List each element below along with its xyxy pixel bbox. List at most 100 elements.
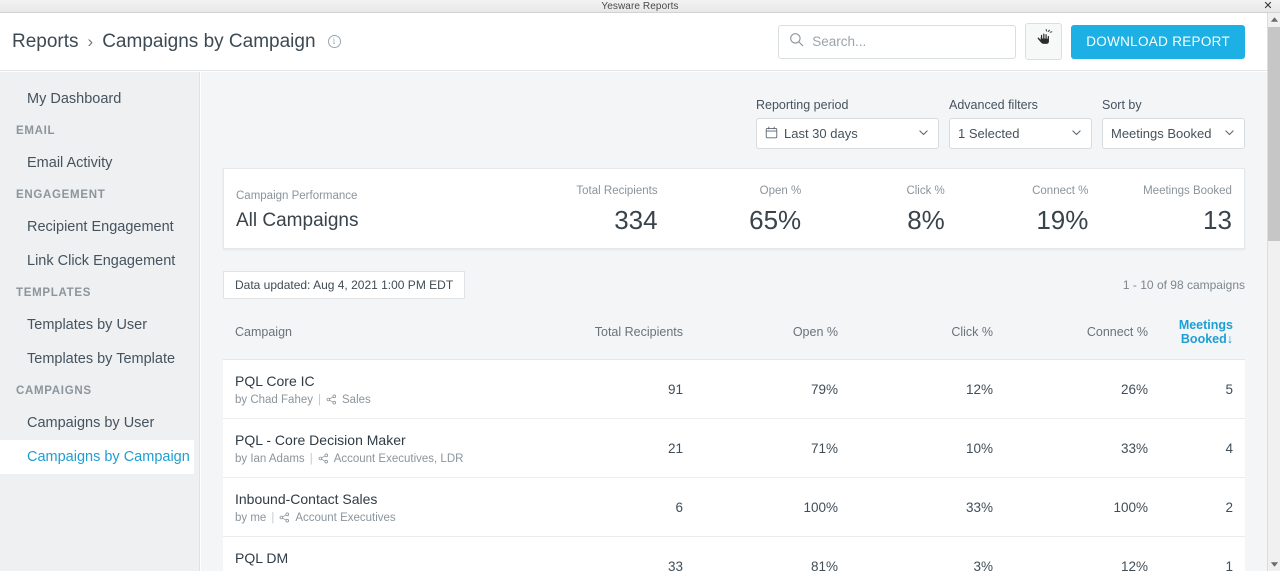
breadcrumb-root[interactable]: Reports [12,31,79,53]
hand-cursor-icon [1034,28,1054,53]
cell-total-recipients: 6 [513,478,683,537]
download-report-button[interactable]: DOWNLOAD REPORT [1071,25,1245,59]
summary-metric-value: 19% [1036,205,1088,236]
window-title: Yesware Reports [601,1,678,12]
sidebar-item-templates-by-template[interactable]: Templates by Template [0,342,199,376]
summary-metric-click-pct: Click % 8% [801,169,945,248]
sidebar-item-campaigns-by-user[interactable]: Campaigns by User [0,406,199,440]
cell-open-pct: 100% [683,478,838,537]
column-header-connect-pct[interactable]: Connect % [993,309,1148,360]
scroll-up-icon[interactable] [1268,13,1280,26]
summary-title-header: Campaign Performance [236,190,357,202]
cell-connect-pct: 12% [993,537,1148,571]
cell-total-recipients: 33 [513,537,683,571]
campaign-name[interactable]: PQL DM [235,550,513,566]
summary-metric-connect-pct: Connect % 19% [945,169,1089,248]
table-row[interactable]: PQL - Core Decision Maker by Ian Adams | [223,419,1245,478]
sidebar-item-recipient-engagement[interactable]: Recipient Engagement [0,210,199,244]
window-titlebar: Yesware Reports ✕ [0,0,1280,13]
campaign-author: by me [235,512,266,524]
column-header-campaign[interactable]: Campaign [223,309,513,360]
chevron-down-icon [1223,126,1236,142]
sidebar-item-campaigns-by-campaign[interactable]: Campaigns by Campaign [0,440,194,474]
reporting-period-select[interactable]: Last 30 days [756,118,939,149]
sidebar-group-campaigns: CAMPAIGNS [0,376,199,406]
table-row[interactable]: Inbound-Contact Sales by me | [223,478,1245,537]
column-header-meetings-booked[interactable]: Meetings Booked↓ [1148,309,1245,360]
cell-open-pct: 81% [683,537,838,571]
advanced-filters-select[interactable]: 1 Selected [949,118,1092,149]
table-row[interactable]: PQL Core IC by Chad Fahey | [223,360,1245,419]
calendar-icon [765,126,778,142]
main-content: Reporting period Last 30 days [201,72,1267,571]
summary-metric-value: 13 [1203,205,1232,236]
campaign-name[interactable]: Inbound-Contact Sales [235,491,513,507]
meta-divider: | [271,512,274,524]
cell-meetings-booked: 1 [1148,537,1245,571]
sort-by-value: Meetings Booked [1111,126,1217,141]
cell-click-pct: 3% [838,537,993,571]
breadcrumb-separator-icon: › [88,32,94,52]
share-icon [318,453,329,464]
sidebar-group-engagement: ENGAGEMENT [0,180,199,210]
scroll-down-icon[interactable] [1268,558,1280,571]
close-icon[interactable]: ✕ [1260,0,1276,13]
campaign-meta: by me | [235,512,513,524]
sidebar-group-templates: TEMPLATES [0,278,199,308]
table-row[interactable]: PQL DM by Chad Fahey | [223,537,1245,571]
cell-connect-pct: 26% [993,360,1148,419]
cell-click-pct: 12% [838,360,993,419]
summary-metric-label: Open % [760,185,802,197]
column-header-total-recipients[interactable]: Total Recipients [513,309,683,360]
summary-metric-total-recipients: Total Recipients 334 [514,169,658,248]
cell-campaign: Inbound-Contact Sales by me | [223,478,513,537]
scrollbar-thumb[interactable] [1268,27,1280,241]
search-icon [789,32,804,52]
cell-total-recipients: 21 [513,419,683,478]
advanced-filters-value: 1 Selected [958,126,1064,141]
summary-metric-value: 65% [749,205,801,236]
page-header: Reports › Campaigns by Campaign i [0,13,1267,71]
cell-meetings-booked: 4 [1148,419,1245,478]
campaign-author: by Ian Adams [235,453,305,465]
sidebar-item-link-click-engagement[interactable]: Link Click Engagement [0,244,199,278]
sidebar-item-templates-by-user[interactable]: Templates by User [0,308,199,342]
cell-campaign: PQL - Core Decision Maker by Ian Adams | [223,419,513,478]
reporting-period-label: Reporting period [756,98,939,112]
cell-click-pct: 33% [838,478,993,537]
search-box[interactable] [778,25,1016,59]
cursor-tool-button[interactable] [1025,23,1062,60]
sidebar-item-my-dashboard[interactable]: My Dashboard [0,82,199,116]
column-header-open-pct[interactable]: Open % [683,309,838,360]
summary-metric-value: 334 [614,205,657,236]
cell-meetings-booked: 5 [1148,360,1245,419]
summary-metric-label: Connect % [1032,185,1088,197]
advanced-filters-filter: Advanced filters 1 Selected [949,98,1092,149]
summary-metric-value: 8% [907,205,945,236]
summary-metric-label: Meetings Booked [1143,185,1232,197]
search-input[interactable] [812,34,1005,49]
cell-click-pct: 10% [838,419,993,478]
sidebar-navigation: My Dashboard EMAIL Email Activity ENGAGE… [0,72,200,571]
table-toolbar: Data updated: Aug 4, 2021 1:00 PM EDT 1 … [223,271,1245,299]
sort-by-label: Sort by [1102,98,1245,112]
campaign-name[interactable]: PQL Core IC [235,373,513,389]
campaign-name[interactable]: PQL - Core Decision Maker [235,432,513,448]
sidebar-item-email-activity[interactable]: Email Activity [0,146,199,180]
summary-metric-meetings-booked: Meetings Booked 13 [1088,169,1244,248]
reporting-period-filter: Reporting period Last 30 days [756,98,939,149]
cell-connect-pct: 33% [993,419,1148,478]
summary-metric-open-pct: Open % 65% [658,169,802,248]
sort-by-select[interactable]: Meetings Booked [1102,118,1245,149]
column-header-click-pct[interactable]: Click % [838,309,993,360]
sidebar-group-email: EMAIL [0,116,199,146]
info-icon[interactable]: i [328,35,341,48]
campaign-meta: by Ian Adams | [235,453,513,465]
chevron-down-icon [1070,126,1083,142]
pagination-info: 1 - 10 of 98 campaigns [1123,278,1245,292]
filters-bar: Reporting period Last 30 days [201,72,1267,149]
header-actions: DOWNLOAD REPORT [778,23,1245,60]
campaign-author: by Chad Fahey [235,394,313,406]
share-icon [279,512,290,523]
vertical-scrollbar[interactable] [1267,13,1280,571]
